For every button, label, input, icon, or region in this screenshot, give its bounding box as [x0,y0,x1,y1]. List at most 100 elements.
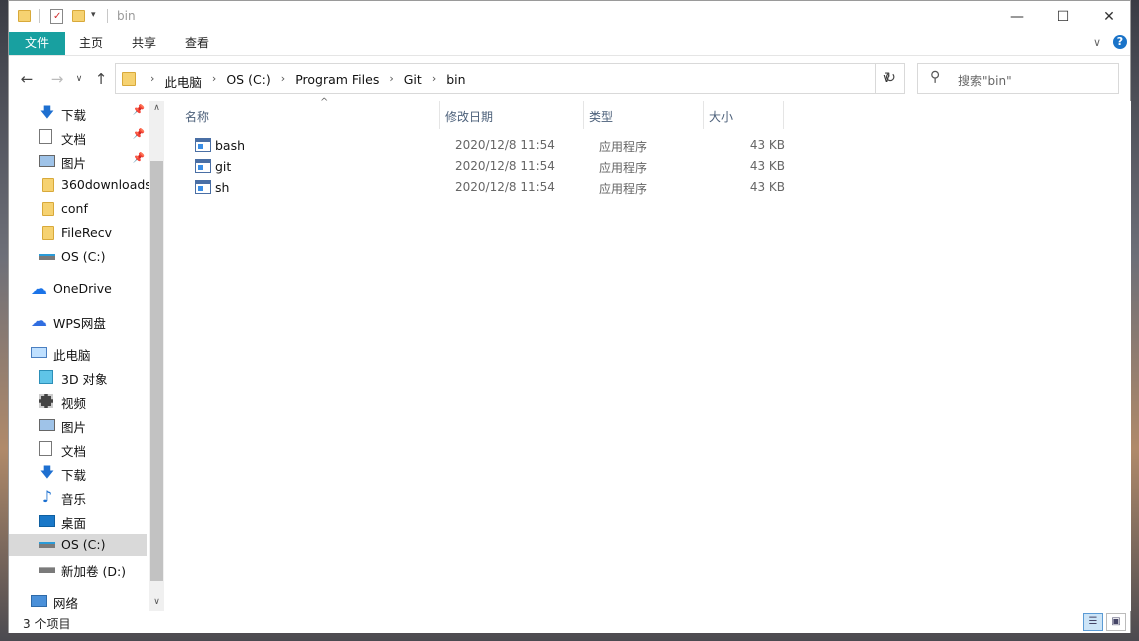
cube-icon [39,370,53,384]
customize-toolbar-icon[interactable]: ▾ [91,10,107,28]
scroll-down-icon[interactable]: ∨ [149,595,164,609]
close-button[interactable]: ✕ [1086,1,1132,32]
sidebar-item-downloads-pc[interactable]: 🡇 下载 [9,462,147,484]
address-row: ← → ∨ ↑ › 此电脑 › OS (C:) › Program Files … [9,57,1130,101]
wps-cloud-icon: ☁ [31,311,47,330]
breadcrumb-git[interactable]: Git [402,72,424,91]
up-arrow-icon[interactable]: ↑ [91,69,111,89]
sidebar-item-pictures[interactable]: 图片 📌 [9,150,147,172]
table-row[interactable]: bash 2020/12/8 11:54 应用程序 43 KB [185,135,785,156]
refresh-icon[interactable]: ↻ [875,63,905,94]
pin-icon[interactable]: 📌 [133,105,145,116]
breadcrumb: › 此电脑 › OS (C:) › Program Files › Git › … [142,72,468,91]
tab-home[interactable]: 主页 [69,32,113,55]
address-bar[interactable]: › 此电脑 › OS (C:) › Program Files › Git › … [115,63,905,94]
sidebar-item-360downloads[interactable]: 360downloads [9,174,152,196]
breadcrumb-this-pc[interactable]: 此电脑 [162,72,204,91]
cloud-icon: ☁ [31,279,47,298]
sidebar-item-desktop[interactable]: 桌面 [9,510,147,532]
sidebar-item-d-drive[interactable]: 新加卷 (D:) [9,558,147,580]
pin-icon[interactable]: 📌 [133,153,145,164]
sidebar-item-os-c[interactable]: OS (C:) [9,246,147,268]
table-row[interactable]: git 2020/12/8 11:54 应用程序 43 KB [185,156,785,177]
sidebar-item-wps[interactable]: ☁ WPS网盘 [9,310,147,332]
file-explorer-window: ✓ ▾ bin — ☐ ✕ 文件 主页 共享 查看 ∨ ? ← → ∨ ↑ › … [8,0,1131,633]
application-icon [195,159,211,173]
sidebar-item-onedrive[interactable]: ☁ OneDrive [9,278,147,300]
drive-icon [39,542,55,548]
chevron-right-icon[interactable]: › [142,72,162,91]
breadcrumb-c-drive[interactable]: OS (C:) [224,72,272,91]
chevron-right-icon[interactable]: › [273,72,293,91]
navigation-pane: 🡇 下载 📌 文档 📌 图片 📌 360downloads conf FileR… [9,101,164,611]
music-icon: ♪ [41,487,53,506]
folder-icon [42,178,54,192]
properties-icon[interactable]: ✓ [49,8,65,26]
sidebar-item-documents[interactable]: 文档 📌 [9,126,147,148]
search-input[interactable]: ⚲ 搜索"bin" [917,63,1119,94]
chevron-right-icon[interactable]: › [424,72,444,91]
breadcrumb-bin[interactable]: bin [444,72,467,91]
window-title: bin [117,9,136,23]
download-arrow-icon: 🡇 [39,105,55,121]
maximize-button[interactable]: ☐ [1040,1,1086,32]
sidebar-item-filerecv[interactable]: FileRecv [9,222,147,244]
drive-icon [39,254,55,260]
folder-icon [17,8,33,26]
sidebar-item-network[interactable]: 网络 [9,590,147,612]
tab-file[interactable]: 文件 [9,32,65,55]
details-view-icon[interactable]: ☰ [1083,613,1103,631]
document-icon [39,441,52,456]
help-icon[interactable]: ? [1113,35,1127,49]
table-row[interactable]: sh 2020/12/8 11:54 应用程序 43 KB [185,177,785,198]
column-divider[interactable] [703,101,704,129]
chevron-right-icon[interactable]: › [381,72,401,91]
column-divider[interactable] [783,101,784,129]
column-header-type[interactable]: 类型 [585,101,703,129]
pin-icon[interactable]: 📌 [133,129,145,140]
title-bar: ✓ ▾ bin — ☐ ✕ [9,1,1130,32]
column-divider[interactable] [439,101,440,129]
new-folder-icon[interactable] [71,8,87,26]
tab-share[interactable]: 共享 [121,32,167,55]
column-divider[interactable] [583,101,584,129]
tab-view[interactable]: 查看 [175,32,219,55]
divider [107,9,108,23]
column-header-size[interactable]: 大小 [705,101,783,129]
drive-icon [39,567,55,573]
picture-icon [39,419,55,431]
application-icon [195,180,211,194]
computer-icon [31,347,47,358]
video-icon [39,394,53,408]
sidebar-item-conf[interactable]: conf [9,198,147,220]
application-icon [195,138,211,152]
scrollbar-thumb[interactable] [150,161,163,581]
minimize-button[interactable]: — [994,1,1040,32]
sidebar-item-videos[interactable]: 视频 [9,390,147,412]
file-list: ^ 名称 修改日期 类型 大小 bash 2020/12/8 11:54 应用程… [169,97,1131,611]
large-icons-view-icon[interactable]: ▣ [1106,613,1126,631]
column-header-date[interactable]: 修改日期 [441,101,583,129]
chevron-right-icon[interactable]: › [204,72,224,91]
folder-icon [42,226,54,240]
breadcrumb-program-files[interactable]: Program Files [293,72,381,91]
download-arrow-icon: 🡇 [39,465,55,481]
sidebar-item-pictures-pc[interactable]: 图片 [9,414,147,436]
sidebar-item-music[interactable]: ♪ 音乐 [9,486,147,508]
sidebar-item-3d-objects[interactable]: 3D 对象 [9,366,147,388]
ribbon-expand-icon[interactable]: ∨ [1093,36,1101,49]
column-header-name[interactable]: ^ 名称 [179,97,449,129]
scroll-up-icon[interactable]: ∧ [149,101,164,115]
document-icon [39,129,52,144]
sidebar-item-this-pc[interactable]: 此电脑 [9,342,147,364]
sort-ascending-icon: ^ [320,97,329,108]
status-bar: 3 个项目 ☰ ▣ [9,611,1130,633]
sidebar-item-os-c-pc[interactable]: OS (C:) [9,534,147,556]
recent-locations-icon[interactable]: ∨ [69,69,89,89]
network-icon [31,595,47,607]
back-arrow-icon[interactable]: ← [17,69,37,89]
sidebar-item-downloads[interactable]: 🡇 下载 📌 [9,102,147,124]
forward-arrow-icon[interactable]: → [47,69,67,89]
sidebar-scrollbar[interactable]: ∧ ∨ [149,101,164,611]
sidebar-item-documents-pc[interactable]: 文档 [9,438,147,460]
